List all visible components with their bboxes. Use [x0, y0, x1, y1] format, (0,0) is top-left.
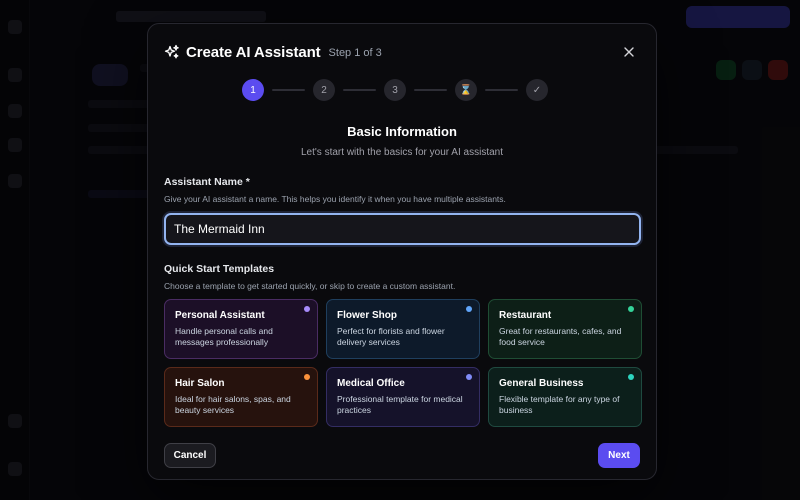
section-subtitle: Let's start with the basics for your AI …: [301, 147, 503, 158]
template-grid: Personal Assistant Handle personal calls…: [164, 299, 642, 427]
assistant-name-input[interactable]: [164, 213, 641, 245]
step-1: 1: [242, 79, 264, 101]
template-name: Medical Office: [337, 378, 405, 389]
progress-stepper: 1 2 3 ⌛ ✓: [242, 79, 548, 101]
sparkle-icon: [164, 44, 180, 60]
step-connector: [272, 89, 305, 91]
assistant-name-label: Assistant Name *: [164, 176, 250, 188]
template-description: Perfect for florists and flower delivery…: [337, 326, 445, 347]
template-description: Handle personal calls and messages profe…: [175, 326, 273, 347]
next-button[interactable]: Next: [598, 443, 640, 468]
step-connector: [343, 89, 376, 91]
template-card-personal-assistant[interactable]: Personal Assistant Handle personal calls…: [164, 299, 318, 359]
section-title: Basic Information: [347, 124, 457, 139]
create-assistant-dialog: Create AI Assistant Step 1 of 3 1 2 3 ⌛ …: [147, 23, 657, 480]
step-connector: [485, 89, 518, 91]
status-dot: [466, 374, 472, 380]
close-icon[interactable]: [620, 43, 638, 61]
template-card-flower-shop[interactable]: Flower Shop Perfect for florists and flo…: [326, 299, 480, 359]
template-name: Restaurant: [499, 310, 552, 321]
dialog-title: Create AI Assistant: [186, 43, 321, 61]
dialog-header: Create AI Assistant Step 1 of 3: [164, 41, 640, 63]
template-card-hair-salon[interactable]: Hair Salon Ideal for hair salons, spas, …: [164, 367, 318, 427]
check-icon: ✓: [526, 79, 548, 101]
assistant-name-help: Give your AI assistant a name. This help…: [164, 194, 506, 204]
template-description: Flexible template for any type of busine…: [499, 394, 620, 415]
template-name: General Business: [499, 378, 584, 389]
status-dot: [628, 306, 634, 312]
hourglass-icon: ⌛: [455, 79, 477, 101]
template-description: Great for restaurants, cafes, and food s…: [499, 326, 622, 347]
template-name: Hair Salon: [175, 378, 225, 389]
step-3: 3: [384, 79, 406, 101]
templates-help: Choose a template to get started quickly…: [164, 281, 456, 291]
template-card-medical-office[interactable]: Medical Office Professional template for…: [326, 367, 480, 427]
status-dot: [466, 306, 472, 312]
cancel-button[interactable]: Cancel: [164, 443, 216, 468]
template-name: Personal Assistant: [175, 310, 265, 321]
template-description: Professional template for medical practi…: [337, 394, 463, 415]
status-dot: [628, 374, 634, 380]
step-2: 2: [313, 79, 335, 101]
template-name: Flower Shop: [337, 310, 397, 321]
status-dot: [304, 374, 310, 380]
step-connector: [414, 89, 447, 91]
status-dot: [304, 306, 310, 312]
template-card-general-business[interactable]: General Business Flexible template for a…: [488, 367, 642, 427]
template-description: Ideal for hair salons, spas, and beauty …: [175, 394, 291, 415]
step-indicator: Step 1 of 3: [328, 46, 382, 59]
templates-label: Quick Start Templates: [164, 263, 275, 275]
template-card-restaurant[interactable]: Restaurant Great for restaurants, cafes,…: [488, 299, 642, 359]
